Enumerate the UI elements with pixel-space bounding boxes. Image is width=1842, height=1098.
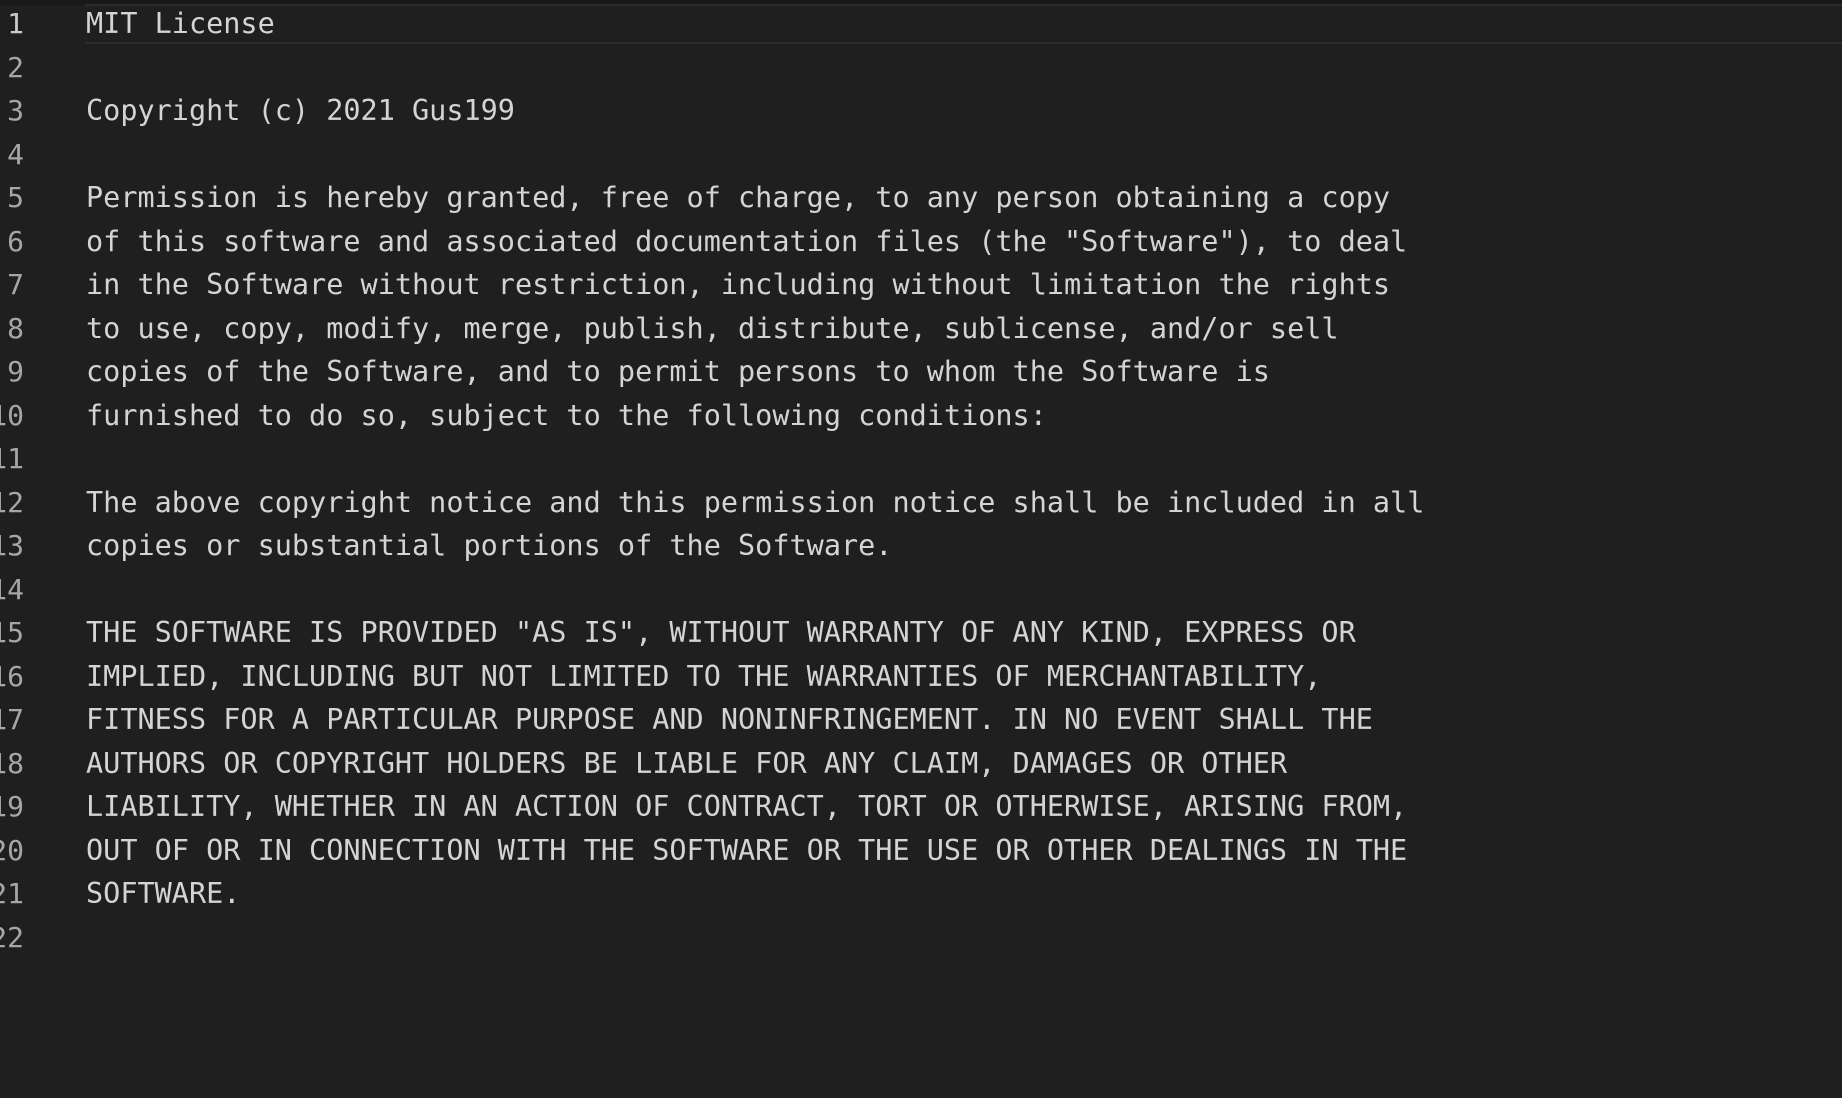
editor-line[interactable]: 14	[0, 568, 1842, 612]
line-text[interactable]: to use, copy, modify, merge, publish, di…	[86, 307, 1339, 351]
editor-line[interactable]: 21 SOFTWARE.	[0, 872, 1842, 916]
line-text[interactable]: in the Software without restriction, inc…	[86, 263, 1390, 307]
line-text[interactable]: Copyright (c) 2021 Gus199	[86, 89, 515, 133]
editor-line[interactable]: 20 OUT OF OR IN CONNECTION WITH THE SOFTW…	[0, 829, 1842, 873]
line-number: 20	[0, 833, 24, 867]
editor-line[interactable]: 10 furnished to do so, subject to the fol…	[0, 394, 1842, 438]
line-number: 16	[0, 659, 24, 693]
editor-line[interactable]: 1 MIT License	[0, 2, 1842, 46]
line-text[interactable]: AUTHORS OR COPYRIGHT HOLDERS BE LIABLE F…	[86, 742, 1287, 786]
line-text[interactable]: IMPLIED, INCLUDING BUT NOT LIMITED TO TH…	[86, 655, 1321, 699]
editor-line[interactable]: 7 in the Software without restriction, in…	[0, 263, 1842, 307]
line-text[interactable]: FITNESS FOR A PARTICULAR PURPOSE AND NON…	[86, 698, 1373, 742]
line-number: 17	[0, 703, 24, 736]
editor-line[interactable]: 22	[0, 916, 1842, 960]
line-text[interactable]: furnished to do so, subject to the follo…	[86, 394, 1047, 438]
editor-line[interactable]: 4	[0, 133, 1842, 177]
line-number: 15	[0, 616, 24, 649]
editor-line[interactable]: 16 IMPLIED, INCLUDING BUT NOT LIMITED TO …	[0, 655, 1842, 699]
line-number: 1	[7, 7, 24, 40]
line-number: 14	[0, 572, 24, 606]
line-number: 2	[7, 50, 24, 84]
line-text[interactable]: copies of the Software, and to permit pe…	[86, 350, 1270, 394]
editor-line[interactable]: 2	[0, 46, 1842, 90]
line-number: 7	[7, 268, 24, 301]
line-text[interactable]: OUT OF OR IN CONNECTION WITH THE SOFTWAR…	[86, 829, 1407, 873]
editor-line[interactable]: 9 copies of the Software, and to permit p…	[0, 350, 1842, 394]
line-number: 10	[0, 398, 24, 432]
line-text[interactable]: LIABILITY, WHETHER IN AN ACTION OF CONTR…	[86, 785, 1407, 829]
line-number: 11	[0, 442, 24, 475]
editor-line[interactable]: 13 copies or substantial portions of the …	[0, 524, 1842, 568]
line-number: 21	[0, 877, 24, 910]
line-text[interactable]: SOFTWARE.	[86, 872, 240, 916]
line-number: 18	[0, 746, 24, 780]
line-number: 19	[0, 790, 24, 823]
line-number: 9	[7, 355, 24, 388]
line-number: 22	[0, 920, 24, 954]
code-editor[interactable]: 1 MIT License 2 3 Copyright (c) 2021 Gus199 4…	[0, 0, 1842, 1098]
line-number: 8	[7, 311, 24, 345]
editor-lines[interactable]: 1 MIT License 2 3 Copyright (c) 2021 Gus199 4…	[0, 2, 1842, 959]
editor-line[interactable]: 19 LIABILITY, WHETHER IN AN ACTION OF CON…	[0, 785, 1842, 829]
line-number: 13	[0, 529, 24, 562]
line-number: 3	[7, 94, 24, 127]
line-text[interactable]: of this software and associated document…	[86, 220, 1407, 264]
editor-line[interactable]: 3 Copyright (c) 2021 Gus199	[0, 89, 1842, 133]
line-text[interactable]: Permission is hereby granted, free of ch…	[86, 176, 1390, 220]
line-text[interactable]: copies or substantial portions of the So…	[86, 524, 892, 568]
line-number: 12	[0, 485, 24, 519]
line-text[interactable]: MIT License	[86, 2, 275, 46]
editor-line[interactable]: 8 to use, copy, modify, merge, publish, d…	[0, 307, 1842, 351]
editor-line[interactable]: 17 FITNESS FOR A PARTICULAR PURPOSE AND N…	[0, 698, 1842, 742]
line-number: 4	[7, 137, 24, 171]
editor-line[interactable]: 12 The above copyright notice and this pe…	[0, 481, 1842, 525]
editor-line[interactable]: 15 THE SOFTWARE IS PROVIDED "AS IS", WITH…	[0, 611, 1842, 655]
editor-line[interactable]: 5 Permission is hereby granted, free of c…	[0, 176, 1842, 220]
line-text[interactable]: The above copyright notice and this perm…	[86, 481, 1424, 525]
line-number: 5	[7, 181, 24, 214]
line-text[interactable]: THE SOFTWARE IS PROVIDED "AS IS", WITHOU…	[86, 611, 1356, 655]
editor-line[interactable]: 11	[0, 437, 1842, 481]
editor-line[interactable]: 6 of this software and associated documen…	[0, 220, 1842, 264]
line-number: 6	[7, 224, 24, 258]
editor-line[interactable]: 18 AUTHORS OR COPYRIGHT HOLDERS BE LIABLE…	[0, 742, 1842, 786]
